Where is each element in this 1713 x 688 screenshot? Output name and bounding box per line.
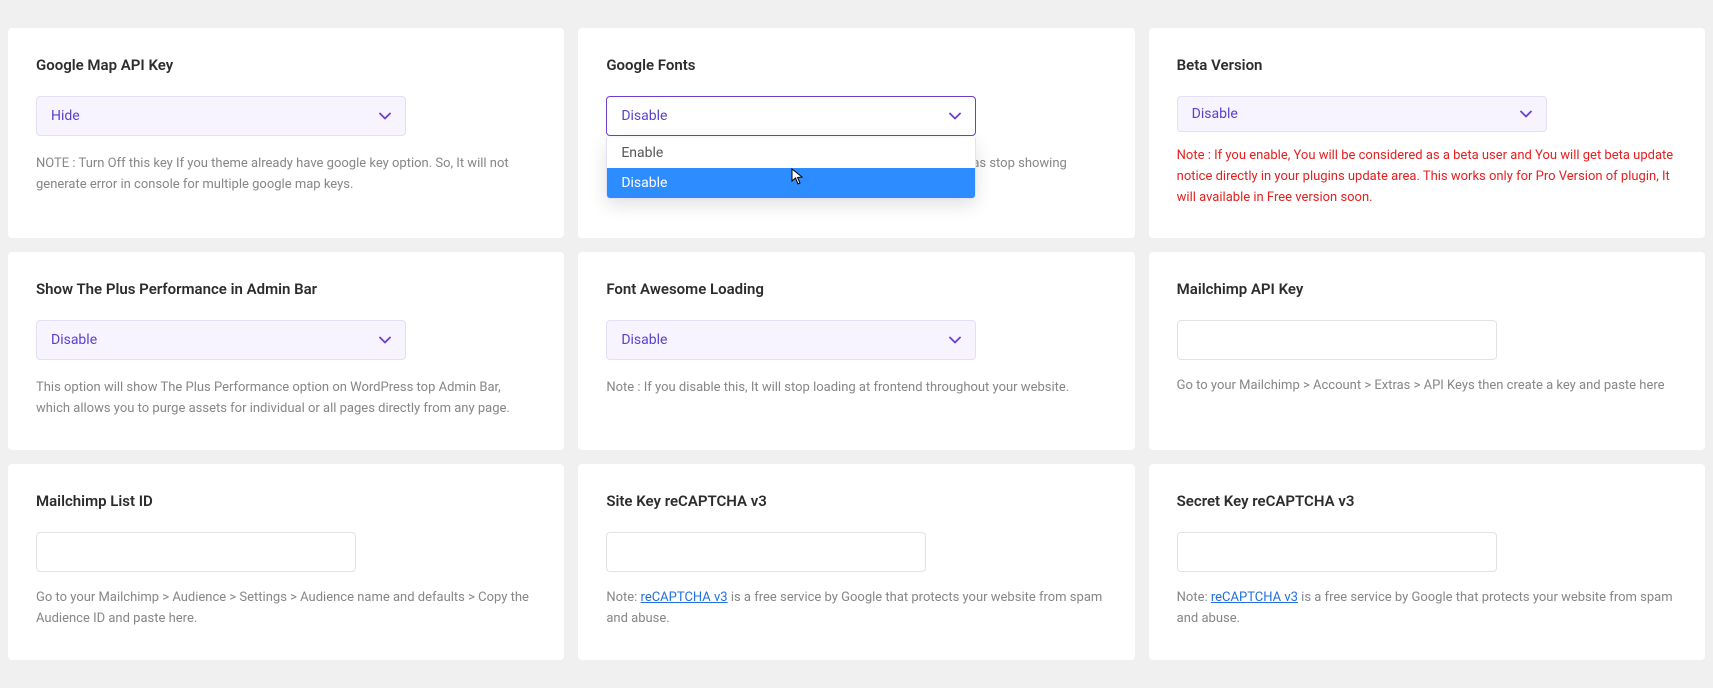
card-note: Note: reCAPTCHA v3 is a free service by …: [1177, 588, 1677, 630]
chevron-down-icon: [1520, 110, 1532, 118]
card-title: Mailchimp API Key: [1177, 280, 1677, 298]
mailchimp-api-input[interactable]: [1177, 320, 1497, 360]
google-fonts-select-wrap: Disable Enable Disable: [606, 96, 976, 136]
recaptcha-link[interactable]: reCAPTCHA v3: [641, 590, 728, 605]
beta-version-select-wrap: Disable: [1177, 96, 1547, 132]
card-note: Note : If you enable, You will be consid…: [1177, 146, 1677, 208]
select-value: Disable: [1192, 106, 1238, 122]
beta-version-select[interactable]: Disable: [1177, 96, 1547, 132]
font-awesome-card: Font Awesome Loading Disable Note : If y…: [578, 252, 1134, 450]
card-title: Font Awesome Loading: [606, 280, 1106, 298]
google-fonts-select[interactable]: Disable: [606, 96, 976, 136]
font-awesome-select-wrap: Disable: [606, 320, 976, 360]
select-value: Disable: [51, 332, 97, 348]
plus-performance-select[interactable]: Disable: [36, 320, 406, 360]
select-value: Hide: [51, 108, 80, 124]
site-key-recaptcha-card: Site Key reCAPTCHA v3 Note: reCAPTCHA v3…: [578, 464, 1134, 660]
card-title: Show The Plus Performance in Admin Bar: [36, 280, 536, 298]
card-note: Note : If you disable this, It will stop…: [606, 378, 1106, 399]
font-awesome-select[interactable]: Disable: [606, 320, 976, 360]
plus-performance-card: Show The Plus Performance in Admin Bar D…: [8, 252, 564, 450]
chevron-down-icon: [949, 336, 961, 344]
google-map-select[interactable]: Hide: [36, 96, 406, 136]
mailchimp-list-card: Mailchimp List ID Go to your Mailchimp >…: [8, 464, 564, 660]
mailchimp-api-card: Mailchimp API Key Go to your Mailchimp >…: [1149, 252, 1705, 450]
card-note: This option will show The Plus Performan…: [36, 378, 536, 420]
recaptcha-link[interactable]: reCAPTCHA v3: [1211, 590, 1298, 605]
google-fonts-dropdown: Enable Disable: [606, 138, 976, 199]
google-fonts-card: Google Fonts Disable Enable Disable as s…: [578, 28, 1134, 238]
secret-key-recaptcha-card: Secret Key reCAPTCHA v3 Note: reCAPTCHA …: [1149, 464, 1705, 660]
card-title: Beta Version: [1177, 56, 1677, 74]
settings-grid: Google Map API Key Hide NOTE : Turn Off …: [8, 28, 1705, 660]
card-title: Mailchimp List ID: [36, 492, 536, 510]
card-note: Go to your Mailchimp > Account > Extras …: [1177, 376, 1677, 397]
card-title: Secret Key reCAPTCHA v3: [1177, 492, 1677, 510]
plus-performance-select-wrap: Disable: [36, 320, 406, 360]
google-map-api-key-card: Google Map API Key Hide NOTE : Turn Off …: [8, 28, 564, 238]
select-value: Disable: [621, 108, 667, 124]
chevron-down-icon: [379, 112, 391, 120]
beta-version-card: Beta Version Disable Note : If you enabl…: [1149, 28, 1705, 238]
dropdown-option-enable[interactable]: Enable: [607, 138, 975, 168]
card-note: Note: reCAPTCHA v3 is a free service by …: [606, 588, 1106, 630]
mailchimp-list-input[interactable]: [36, 532, 356, 572]
google-map-select-wrap: Hide: [36, 96, 406, 136]
card-note: NOTE : Turn Off this key If you theme al…: [36, 154, 536, 196]
chevron-down-icon: [379, 336, 391, 344]
select-value: Disable: [621, 332, 667, 348]
site-key-input[interactable]: [606, 532, 926, 572]
chevron-down-icon: [949, 112, 961, 120]
card-title: Google Fonts: [606, 56, 1106, 74]
card-title: Google Map API Key: [36, 56, 536, 74]
dropdown-option-disable[interactable]: Disable: [607, 168, 975, 198]
card-note: Go to your Mailchimp > Audience > Settin…: [36, 588, 536, 630]
secret-key-input[interactable]: [1177, 532, 1497, 572]
card-title: Site Key reCAPTCHA v3: [606, 492, 1106, 510]
